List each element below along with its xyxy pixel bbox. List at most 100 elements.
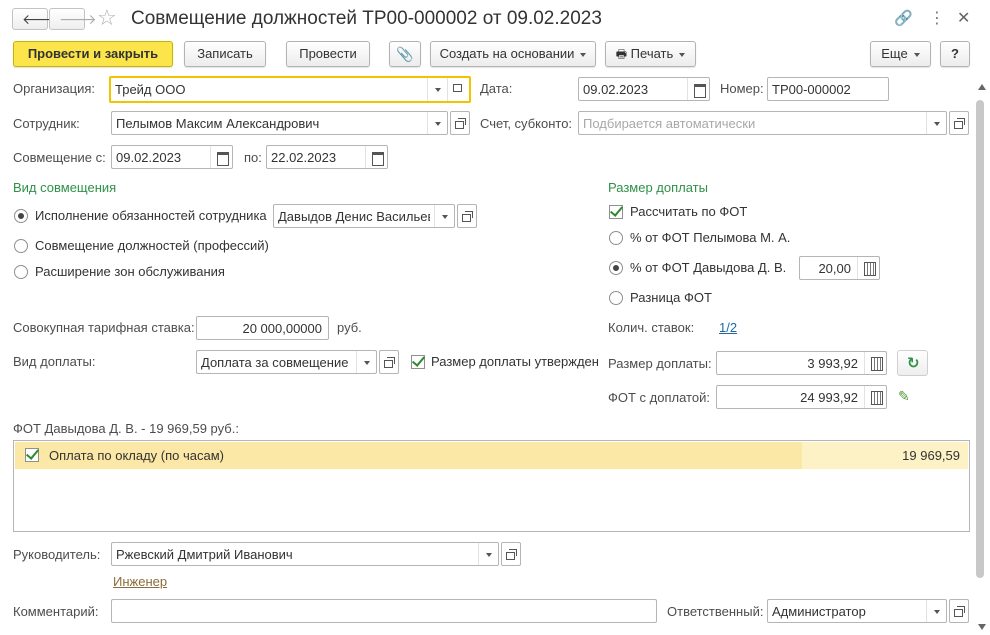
dropdown-icon[interactable] bbox=[356, 351, 376, 373]
link-icon[interactable]: 🔗 bbox=[894, 9, 913, 27]
post-and-close-button[interactable]: Провести и закрыть bbox=[13, 41, 173, 67]
calc-fot-label[interactable]: Рассчитать по ФОТ bbox=[630, 204, 747, 220]
surcharge-open-icon[interactable] bbox=[379, 350, 399, 374]
employee-label: Сотрудник: bbox=[13, 116, 80, 131]
pct-davydov-label[interactable]: % от ФОТ Давыдова Д. В. bbox=[630, 260, 786, 276]
pct-pelymov-radio[interactable] bbox=[609, 231, 623, 245]
employee-open-icon[interactable] bbox=[450, 111, 470, 135]
kind-radio-zones[interactable] bbox=[14, 265, 28, 279]
refresh-icon: ↻ bbox=[907, 355, 920, 372]
paperclip-icon: 📎 bbox=[396, 46, 414, 62]
head-open-icon[interactable] bbox=[501, 542, 521, 566]
kind-section-title: Вид совмещения bbox=[13, 180, 117, 195]
responsible-label: Ответственный: bbox=[667, 604, 764, 619]
dropdown-icon[interactable] bbox=[926, 112, 946, 134]
approved-label[interactable]: Размер доплаты утвержден bbox=[431, 354, 599, 370]
save-button[interactable]: Записать bbox=[184, 41, 266, 67]
duties-employee-open-icon[interactable] bbox=[457, 204, 477, 228]
calculator-icon[interactable] bbox=[857, 257, 879, 279]
account-field[interactable]: Подбирается автоматически bbox=[578, 111, 947, 135]
responsible-open-icon[interactable] bbox=[949, 599, 969, 623]
approved-checkbox[interactable] bbox=[411, 355, 425, 369]
from-date-field[interactable]: 09.02.2023 bbox=[111, 145, 233, 169]
kind-radio-positions[interactable] bbox=[14, 239, 28, 253]
chevron-down-icon bbox=[679, 52, 686, 57]
open-icon[interactable] bbox=[447, 78, 469, 101]
date-label: Дата: bbox=[480, 81, 513, 96]
calc-fot-checkbox[interactable] bbox=[609, 205, 623, 219]
scroll-up-icon[interactable] bbox=[978, 84, 986, 90]
to-date-field[interactable]: 22.02.2023 bbox=[266, 145, 388, 169]
employee-field[interactable]: Пелымов Максим Александрович bbox=[111, 111, 448, 135]
more-vertical-icon[interactable]: ⋮ bbox=[929, 8, 945, 28]
create-based-button[interactable]: Создать на основании bbox=[430, 41, 596, 67]
head-field[interactable]: Ржевский Дмитрий Иванович bbox=[111, 542, 499, 566]
refresh-button[interactable]: ↻ bbox=[897, 350, 928, 376]
printer-icon: 🖶 bbox=[615, 47, 628, 61]
kind-option-zones[interactable]: Расширение зон обслуживания bbox=[35, 264, 225, 280]
tariff-unit: руб. bbox=[337, 320, 362, 335]
calendar-icon[interactable] bbox=[687, 78, 709, 100]
rates-label: Колич. ставок: bbox=[608, 320, 695, 335]
surcharge-field[interactable]: Доплата за совмещение должностей bbox=[196, 350, 377, 374]
diff-fot-radio[interactable] bbox=[609, 291, 623, 305]
dropdown-icon[interactable] bbox=[427, 112, 447, 134]
close-icon[interactable]: ✕ bbox=[957, 8, 970, 28]
dropdown-icon[interactable] bbox=[478, 543, 498, 565]
comment-field[interactable] bbox=[111, 599, 657, 623]
fot-with-pay-field[interactable]: 24 993,92 bbox=[716, 385, 887, 409]
fot-table-caption: ФОТ Давыдова Д. В. - 19 969,59 руб.: bbox=[13, 421, 239, 436]
head-label: Руководитель: bbox=[13, 547, 101, 562]
back-button[interactable]: 🡐 bbox=[12, 8, 60, 30]
pct-value-field[interactable]: 20,00 bbox=[799, 256, 880, 280]
chevron-down-icon bbox=[580, 52, 587, 57]
window-title: Совмещение должностей ТР00-000002 от 09.… bbox=[131, 8, 602, 29]
scroll-down-icon[interactable] bbox=[978, 624, 986, 630]
calculator-icon[interactable] bbox=[864, 386, 886, 408]
number-field[interactable]: ТР00-000002 bbox=[767, 77, 889, 101]
head-position-link[interactable]: Инженер bbox=[113, 574, 167, 590]
diff-fot-label[interactable]: Разница ФОТ bbox=[630, 290, 712, 306]
kind-option-positions[interactable]: Совмещение должностей (профессий) bbox=[35, 238, 269, 254]
scrollbar[interactable] bbox=[976, 100, 984, 578]
attach-button[interactable]: 📎 bbox=[389, 41, 421, 67]
rates-link[interactable]: 1/2 bbox=[719, 320, 737, 336]
more-button[interactable]: Еще bbox=[870, 41, 931, 67]
edit-pencil-icon[interactable]: ✎ bbox=[898, 388, 910, 405]
row-checkbox[interactable] bbox=[25, 448, 39, 462]
date-field[interactable]: 09.02.2023 bbox=[578, 77, 710, 101]
fot-table[interactable]: Оплата по окладу (по часам) 19 969,59 bbox=[13, 440, 970, 532]
dropdown-icon[interactable] bbox=[427, 78, 447, 101]
row-amount-cell: 19 969,59 bbox=[802, 442, 968, 469]
row-amount: 19 969,59 bbox=[902, 448, 960, 463]
org-field[interactable]: Трейд ООО bbox=[109, 76, 471, 103]
forward-button[interactable]: 🡒 bbox=[49, 8, 97, 30]
dropdown-icon[interactable] bbox=[926, 600, 946, 622]
account-open-icon[interactable] bbox=[949, 111, 969, 135]
row-name: Оплата по окладу (по часам) bbox=[49, 448, 224, 463]
post-button[interactable]: Провести bbox=[286, 41, 370, 67]
print-button[interactable]: 🖶 Печать bbox=[605, 41, 696, 67]
comment-label: Комментарий: bbox=[13, 604, 99, 619]
amount-label: Размер доплаты: bbox=[608, 356, 712, 371]
kind-radio-duties[interactable] bbox=[14, 209, 28, 223]
help-button[interactable]: ? bbox=[940, 41, 970, 67]
favorite-star-icon[interactable]: ☆ bbox=[97, 5, 117, 31]
to-label: по: bbox=[244, 150, 262, 165]
surcharge-label: Вид доплаты: bbox=[13, 354, 96, 369]
dropdown-icon[interactable] bbox=[434, 205, 454, 227]
calendar-icon[interactable] bbox=[365, 146, 387, 168]
amount-field[interactable]: 3 993,92 bbox=[716, 351, 887, 375]
table-row[interactable]: Оплата по окладу (по часам) 19 969,59 bbox=[15, 442, 968, 469]
duties-employee-field[interactable]: Давыдов Денис Васильевич bbox=[273, 204, 455, 228]
number-label: Номер: bbox=[720, 81, 764, 96]
calendar-icon[interactable] bbox=[210, 146, 232, 168]
pct-davydov-radio[interactable] bbox=[609, 261, 623, 275]
pct-pelymov-label[interactable]: % от ФОТ Пелымова М. А. bbox=[630, 230, 790, 246]
tariff-label: Совокупная тарифная ставка: bbox=[13, 320, 195, 335]
calculator-icon[interactable] bbox=[864, 352, 886, 374]
kind-option-duties[interactable]: Исполнение обязанностей сотрудника bbox=[35, 208, 267, 224]
arrow-right-icon: 🡒 bbox=[59, 11, 97, 27]
responsible-field[interactable]: Администратор bbox=[767, 599, 947, 623]
tariff-field[interactable]: 20 000,00000 bbox=[196, 316, 329, 340]
